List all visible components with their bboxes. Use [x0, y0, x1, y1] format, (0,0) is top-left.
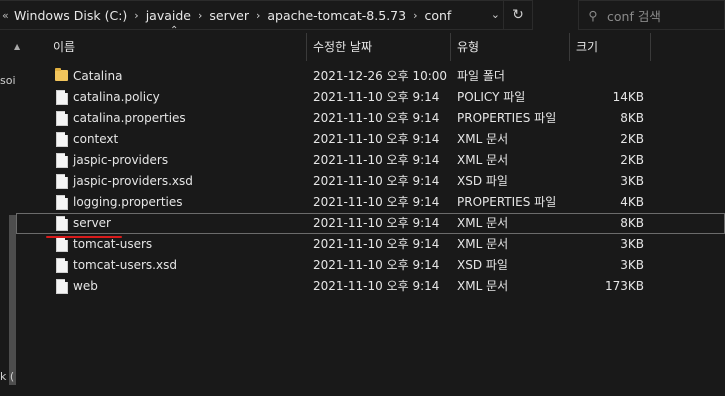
file-date: 2021-11-10 오후 9:14	[313, 174, 440, 188]
file-row[interactable]: catalina.properties 2021-11-10 오후 9:14 PRO…	[16, 108, 725, 129]
file-row[interactable]: tomcat-users 2021-11-10 오후 9:14 XML 문서 3KB	[16, 234, 725, 255]
file-name: context	[73, 132, 119, 146]
file-list: Catalina 2021-12-26 오후 10:00 파일 폴더 catalina…	[16, 66, 725, 297]
column-header-name[interactable]: 이름	[53, 33, 75, 61]
search-input[interactable]: conf 검색	[607, 6, 661, 25]
file-icon	[56, 153, 68, 168]
folder-icon	[55, 68, 68, 81]
file-row[interactable]: catalina.policy 2021-11-10 오후 9:14 POLICY …	[16, 87, 725, 108]
file-type: XML 문서	[457, 216, 509, 230]
file-size: 3KB	[620, 237, 644, 251]
file-name: catalina.properties	[73, 111, 186, 125]
file-size: 8KB	[620, 216, 644, 230]
file-row[interactable]: server 2021-11-10 오후 9:14 XML 문서 8KB	[16, 213, 725, 234]
file-date: 2021-11-10 오후 9:14	[313, 258, 440, 272]
sort-ascending-icon: ⌃	[170, 25, 179, 36]
file-type: XML 문서	[457, 132, 509, 146]
breadcrumb-javaide[interactable]: javaide	[144, 8, 193, 23]
file-row[interactable]: tomcat-users.xsd 2021-11-10 오후 9:14 XSD 파일…	[16, 255, 725, 276]
chevron-right-icon[interactable]: ›	[251, 9, 265, 22]
column-header-date[interactable]: 수정한 날짜	[306, 33, 372, 61]
file-row[interactable]: jaspic-providers.xsd 2021-11-10 오후 9:14 XS…	[16, 171, 725, 192]
chevron-right-icon[interactable]: ›	[193, 9, 207, 22]
search-box[interactable]: ⚲ conf 검색	[578, 0, 725, 30]
chevron-right-icon[interactable]: ›	[129, 9, 143, 22]
file-icon	[56, 90, 68, 105]
navigation-pane: ▲ soi k (	[0, 32, 20, 396]
column-header-size[interactable]: 크기	[569, 33, 598, 61]
nav-clipped-text[interactable]: soi	[0, 74, 16, 87]
nav-scrollbar-thumb[interactable]	[9, 215, 16, 385]
file-date: 2021-11-10 오후 9:14	[313, 237, 440, 251]
file-name: web	[73, 279, 98, 293]
file-date: 2021-11-10 오후 9:14	[313, 90, 440, 104]
chevron-right-icon[interactable]: ›	[408, 9, 422, 22]
file-size: 8KB	[620, 111, 644, 125]
file-type: POLICY 파일	[457, 90, 526, 104]
file-icon	[56, 258, 68, 273]
file-name: jaspic-providers	[73, 153, 169, 167]
file-type: 파일 폴더	[457, 69, 505, 83]
file-size: 2KB	[620, 153, 644, 167]
file-type: XSD 파일	[457, 258, 508, 272]
file-date: 2021-11-10 오후 9:14	[313, 111, 440, 125]
refresh-icon[interactable]: ↻	[503, 1, 532, 29]
file-icon	[56, 216, 68, 231]
file-name: jaspic-providers.xsd	[73, 174, 193, 188]
file-icon	[56, 111, 68, 126]
file-icon	[56, 237, 68, 252]
file-row[interactable]: jaspic-providers 2021-11-10 오후 9:14 XML 문서…	[16, 150, 725, 171]
title-toolbar: « Windows Disk (C:) › javaide › server ›…	[0, 0, 725, 32]
address-dropdown-icon[interactable]: ⌄	[491, 8, 500, 21]
file-date: 2021-11-10 오후 9:14	[313, 132, 440, 146]
column-headers: ⌃ 이름 수정한 날짜 유형 크기	[16, 25, 725, 63]
file-size: 4KB	[620, 195, 644, 209]
breadcrumb-tomcat[interactable]: apache-tomcat-8.5.73	[265, 8, 408, 23]
overflow-chevron-icon[interactable]: «	[0, 9, 12, 22]
file-type: XSD 파일	[457, 174, 508, 188]
file-row[interactable]: web 2021-11-10 오후 9:14 XML 문서 173KB	[16, 276, 725, 297]
file-icon	[56, 174, 68, 189]
file-name: tomcat-users.xsd	[73, 258, 177, 272]
breadcrumb-conf[interactable]: conf	[422, 8, 453, 23]
file-date: 2021-12-26 오후 10:00	[313, 69, 448, 83]
file-name: logging.properties	[73, 195, 183, 209]
file-icon	[56, 279, 68, 294]
file-size: 173KB	[604, 279, 644, 293]
file-icon	[56, 195, 68, 210]
file-type: XML 문서	[457, 153, 509, 167]
file-name: Catalina	[73, 69, 123, 83]
file-date: 2021-11-10 오후 9:14	[313, 153, 440, 167]
address-bar[interactable]: « Windows Disk (C:) › javaide › server ›…	[0, 0, 533, 30]
file-size: 2KB	[620, 132, 644, 146]
file-type: XML 문서	[457, 279, 509, 293]
column-header-type[interactable]: 유형	[450, 33, 479, 61]
file-date: 2021-11-10 오후 9:14	[313, 216, 440, 230]
file-date: 2021-11-10 오후 9:14	[313, 279, 440, 293]
file-size: 3KB	[620, 258, 644, 272]
file-row[interactable]: context 2021-11-10 오후 9:14 XML 문서 2KB	[16, 129, 725, 150]
file-name: catalina.policy	[73, 90, 160, 104]
file-size: 3KB	[620, 174, 644, 188]
file-icon	[56, 132, 68, 147]
breadcrumb-server[interactable]: server	[207, 8, 251, 23]
file-row[interactable]: Catalina 2021-12-26 오후 10:00 파일 폴더	[16, 66, 725, 87]
column-divider[interactable]	[650, 33, 658, 61]
file-type: XML 문서	[457, 237, 509, 251]
file-date: 2021-11-10 오후 9:14	[313, 195, 440, 209]
nav-clipped-text[interactable]: k (	[0, 370, 14, 383]
file-size: 14KB	[612, 90, 644, 104]
breadcrumb-drive[interactable]: Windows Disk (C:)	[12, 8, 129, 23]
file-row[interactable]: logging.properties 2021-11-10 오후 9:14 PROP…	[16, 192, 725, 213]
file-name: server	[73, 216, 111, 230]
annotation-underline	[46, 236, 122, 238]
search-icon: ⚲	[588, 7, 598, 23]
